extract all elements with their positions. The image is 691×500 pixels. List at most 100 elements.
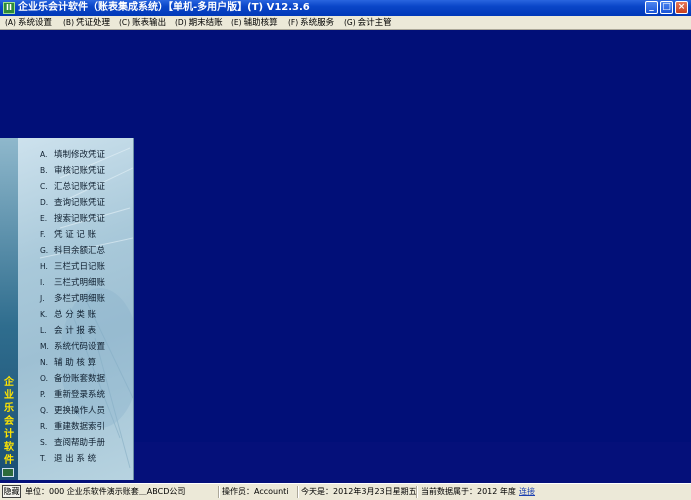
nav-item-daybook[interactable]: H. 三栏式日记账 — [40, 260, 105, 274]
title-bar: II 企业乐会计软件（账表集成系统）【单机-多用户版】(T) V12.3.6 _… — [0, 0, 691, 16]
status-separator — [218, 486, 220, 498]
nav-key: C. — [40, 182, 48, 191]
menu-key: (F) — [288, 18, 299, 27]
nav-key: Q. — [40, 406, 49, 415]
nav-key: H. — [40, 262, 48, 271]
nav-key: N. — [40, 358, 48, 367]
nav-label: 会 计 报 表 — [54, 326, 97, 336]
minimize-button[interactable]: _ — [645, 1, 658, 14]
nav-label: 系统代码设置 — [54, 342, 106, 352]
nav-key: F. — [40, 230, 46, 239]
menu-system-service[interactable]: (F) 系统服务 — [288, 16, 334, 29]
nav-item-query-voucher[interactable]: D. 查询记账凭证 — [40, 196, 105, 210]
status-separator — [416, 486, 418, 498]
nav-key: G. — [40, 246, 49, 255]
nav-key: L. — [40, 326, 47, 335]
menu-bar: (A) 系统设置 (B) 凭证处理 (C) 账表输出 (D) 期末结账 (E) 辅助核算 … — [0, 16, 691, 30]
window-title: 企业乐会计软件（账表集成系统）【单机-多用户版】(T) V12.3.6 — [18, 2, 310, 13]
nav-item-exit-system[interactable]: T. 退 出 系 统 — [40, 452, 96, 466]
nav-label: 三栏式明细账 — [54, 278, 106, 288]
menu-accounting-supervisor[interactable]: (G) 会计主管 — [344, 16, 392, 29]
nav-label: 重建数据索引 — [54, 422, 106, 432]
menu-label: 辅助核算 — [243, 18, 278, 28]
menu-aux-accounting[interactable]: (E) 辅助核算 — [231, 16, 278, 29]
nav-key: B. — [40, 166, 48, 175]
menu-label: 系统设置 — [17, 18, 52, 28]
nav-label: 搜索记账凭证 — [54, 214, 106, 224]
menu-key: (A) — [5, 18, 16, 27]
nav-item-relogin[interactable]: P. 重新登录系统 — [40, 388, 105, 402]
menu-key: (B) — [63, 18, 74, 27]
nav-key: R. — [40, 422, 48, 431]
nav-key: S. — [40, 438, 48, 447]
nav-item-three-column-ledger[interactable]: I. 三栏式明细账 — [40, 276, 105, 290]
nav-label: 多栏式明细账 — [54, 294, 106, 304]
hide-button[interactable]: 隐藏 — [2, 485, 21, 498]
nav-label: 填制修改凭证 — [54, 150, 106, 160]
nav-side-strip: 企业乐会计软件 — [0, 138, 18, 480]
nav-item-accounting-reports[interactable]: L. 会 计 报 表 — [40, 324, 96, 338]
maximize-button[interactable]: □ — [660, 1, 673, 14]
menu-label: 账表输出 — [132, 18, 167, 28]
nav-item-balance-summary[interactable]: G. 科目余额汇总 — [40, 244, 105, 258]
nav-key: J. — [40, 294, 45, 303]
nav-key: I. — [40, 278, 45, 287]
nav-item-summary-voucher[interactable]: C. 汇总记账凭证 — [40, 180, 105, 194]
nav-label: 三栏式日记账 — [54, 262, 106, 272]
close-button[interactable]: × — [675, 1, 688, 14]
nav-label: 总 分 类 账 — [54, 310, 97, 320]
status-date: 今天是：2012年3月23日星期五 — [301, 487, 417, 496]
nav-label: 查询记账凭证 — [54, 198, 106, 208]
menu-label: 期末结账 — [188, 18, 223, 28]
menu-period-close[interactable]: (D) 期末结账 — [175, 16, 223, 29]
nav-item-fill-voucher[interactable]: A. 填制修改凭证 — [40, 148, 105, 162]
calculator-icon[interactable] — [2, 468, 14, 477]
nav-key: O. — [40, 374, 48, 383]
nav-key: A. — [40, 150, 48, 159]
nav-item-backup-data[interactable]: O. 备份账套数据 — [40, 372, 105, 386]
menu-key: (E) — [231, 18, 242, 27]
nav-key: P. — [40, 390, 46, 399]
status-data-year: 当前数据属于：2012 年度 — [421, 487, 516, 496]
nav-item-search-voucher[interactable]: E. 搜索记账凭证 — [40, 212, 105, 226]
nav-key: D. — [40, 198, 49, 207]
menu-voucher[interactable]: (B) 凭证处理 — [63, 16, 110, 29]
menu-label: 会计主管 — [357, 18, 392, 28]
nav-item-rebuild-index[interactable]: R. 重建数据索引 — [40, 420, 105, 434]
menu-reports[interactable]: (C) 账表输出 — [119, 16, 166, 29]
nav-label: 备份账套数据 — [54, 374, 106, 384]
nav-label: 凭 证 记 账 — [54, 230, 97, 240]
status-unit: 单位：000 企业乐软件演示账套＿ABCD公司 — [25, 487, 186, 496]
nav-key: T. — [40, 454, 47, 463]
nav-label: 汇总记账凭证 — [54, 182, 106, 192]
nav-item-audit-voucher[interactable]: B. 审核记账凭证 — [40, 164, 105, 178]
nav-item-aux-accounting[interactable]: N. 辅 助 核 算 — [40, 356, 96, 370]
menu-key: (G) — [344, 18, 356, 27]
nav-label: 辅 助 核 算 — [54, 358, 97, 368]
status-operator: 操作员：Accounti — [222, 487, 289, 496]
menu-label: 系统服务 — [300, 18, 335, 28]
status-separator — [297, 486, 299, 498]
nav-item-multi-column-ledger[interactable]: J. 多栏式明细账 — [40, 292, 105, 306]
status-bar: 隐藏 单位：000 企业乐软件演示账套＿ABCD公司 操作员：Accounti … — [0, 483, 691, 500]
nav-label: 更换操作人员 — [54, 406, 106, 416]
vertical-app-title: 企业乐会计软件 — [4, 377, 14, 466]
connect-link-text[interactable]: 连接 — [519, 487, 535, 496]
menu-system-settings[interactable]: (A) 系统设置 — [5, 16, 52, 29]
nav-item-help-manual[interactable]: S. 查阅帮助手册 — [40, 436, 105, 450]
nav-label: 查阅帮助手册 — [54, 438, 106, 448]
menu-label: 凭证处理 — [76, 18, 111, 28]
nav-item-code-settings[interactable]: M. 系统代码设置 — [40, 340, 105, 354]
nav-item-general-ledger[interactable]: K. 总 分 类 账 — [40, 308, 96, 322]
menu-key: (D) — [175, 18, 187, 27]
connect-link[interactable]: 连接 — [519, 485, 535, 499]
nav-label: 退 出 系 统 — [54, 454, 97, 464]
nav-key: E. — [40, 214, 48, 223]
nav-panel: 企业乐会计软件 A. 填制修改凭证 B. 审核记账凭证 C. 汇总记账凭证 D. 查询记… — [0, 138, 134, 480]
app-icon: II — [3, 2, 15, 14]
nav-item-post-voucher[interactable]: F. 凭 证 记 账 — [40, 228, 96, 242]
menu-key: (C) — [119, 18, 131, 27]
nav-label: 重新登录系统 — [54, 390, 106, 400]
nav-item-change-operator[interactable]: Q. 更换操作人员 — [40, 404, 105, 418]
nav-label: 科目余额汇总 — [54, 246, 106, 256]
